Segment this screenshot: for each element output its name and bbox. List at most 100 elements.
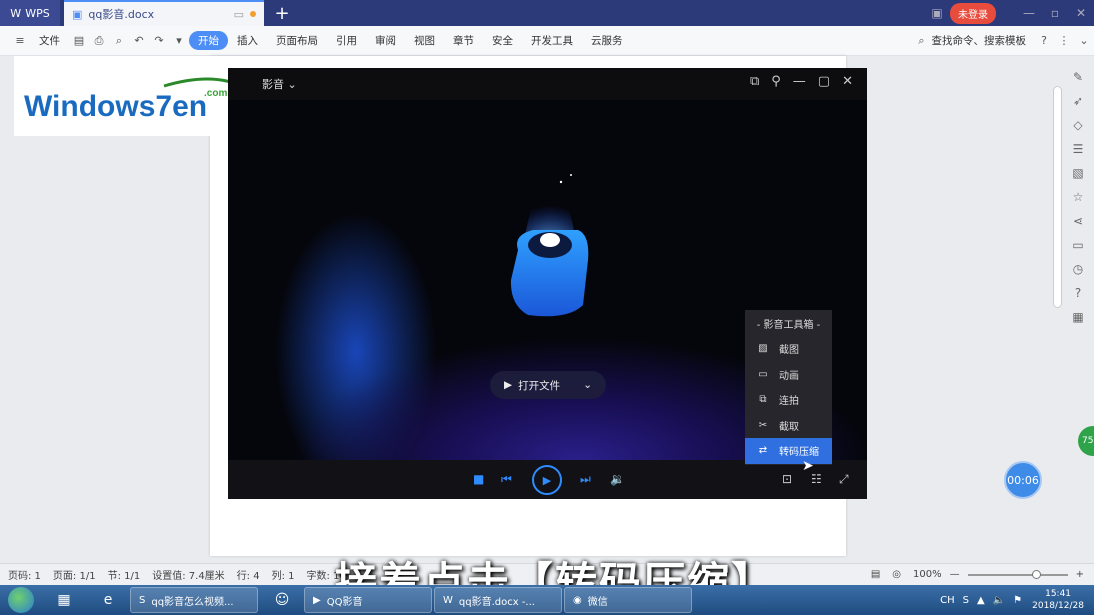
- network-icon[interactable]: ▲: [977, 595, 985, 606]
- tab-layout[interactable]: 页面布局: [267, 33, 327, 48]
- open-file-dropdown-icon[interactable]: ⌄: [583, 379, 592, 391]
- tab-cloud[interactable]: 云服务: [582, 33, 632, 48]
- player-maximize-button[interactable]: ▢: [818, 74, 830, 89]
- settings-icon[interactable]: ☷: [811, 472, 822, 486]
- wps-home-tab[interactable]: W WPS: [0, 0, 60, 26]
- vertical-scrollbar[interactable]: [1053, 86, 1062, 308]
- window-layout-icon[interactable]: ▣: [924, 0, 950, 26]
- select-icon[interactable]: ➶: [1073, 94, 1083, 108]
- flag-icon[interactable]: ⚑: [1013, 595, 1022, 606]
- pin-icon[interactable]: ⚲: [771, 74, 781, 89]
- taskbar-task-wps[interactable]: W qq影音.docx -...: [434, 587, 562, 613]
- input-language[interactable]: CH: [940, 595, 955, 606]
- quick-access-dropdown-icon[interactable]: ▾: [169, 34, 189, 47]
- status-page-code[interactable]: 页码: 1: [8, 567, 41, 582]
- history-icon[interactable]: ◷: [1073, 262, 1083, 276]
- zoom-level[interactable]: 100%: [913, 569, 942, 580]
- pip-icon[interactable]: ⧉: [750, 74, 759, 89]
- toolbox-item-clip[interactable]: ✂ 截取: [745, 413, 832, 439]
- status-setting[interactable]: 设置值: 7.4厘米: [152, 567, 224, 582]
- close-window-button[interactable]: ✕: [1068, 0, 1094, 26]
- save-icon[interactable]: ▤: [69, 34, 89, 47]
- toolbox-item-label: 动画: [779, 370, 799, 382]
- open-file-button[interactable]: ▶ 打开文件 ⌄: [490, 371, 606, 399]
- volume-icon[interactable]: 🔉: [610, 472, 625, 486]
- print-icon[interactable]: ⎙: [89, 34, 109, 48]
- sogou-ime-icon[interactable]: S: [963, 595, 969, 606]
- toolbox-item-gif[interactable]: ▭ 动画: [745, 362, 832, 388]
- monkey-app-icon[interactable]: ☺: [260, 586, 304, 614]
- system-clock[interactable]: 15:41 2018/12/28: [1032, 588, 1094, 612]
- document-tab[interactable]: ▣ qq影音.docx ▭: [64, 0, 264, 26]
- taskbar-task-browser[interactable]: S qq影音怎么视频...: [130, 587, 258, 613]
- zoom-slider[interactable]: [967, 569, 1068, 579]
- tab-security[interactable]: 安全: [483, 33, 522, 48]
- next-icon[interactable]: ⏭: [580, 472, 591, 487]
- status-section[interactable]: 节: 1/1: [108, 567, 141, 582]
- pen-icon[interactable]: ✎: [1073, 70, 1083, 84]
- share-icon[interactable]: ⋖: [1073, 214, 1083, 228]
- scissors-icon: ✂: [758, 419, 768, 431]
- open-file-icon: ▶: [504, 379, 513, 391]
- status-col[interactable]: 列: 1: [272, 567, 295, 582]
- tab-chapter[interactable]: 章节: [444, 33, 483, 48]
- preview-icon[interactable]: ⌕: [109, 34, 129, 48]
- taskbar-task-wechat[interactable]: ◉ 微信: [564, 587, 692, 613]
- new-tab-button[interactable]: +: [264, 0, 300, 26]
- menu-icon[interactable]: ≡: [10, 34, 30, 47]
- redo-icon[interactable]: ↷: [149, 34, 169, 47]
- ribbon-toolbar: ≡ 文件 ▤ ⎙ ⌕ ↶ ↷ ▾ 开始 插入 页面布局 引用 审阅 视图 章节 …: [0, 26, 1094, 56]
- ie-icon[interactable]: e: [86, 586, 130, 614]
- tab-insert[interactable]: 插入: [228, 33, 267, 48]
- speed-badge[interactable]: 75: [1078, 426, 1094, 456]
- minimize-button[interactable]: —: [1016, 0, 1042, 26]
- monitor-icon[interactable]: ▭: [234, 8, 244, 21]
- tab-developer[interactable]: 开发工具: [522, 33, 582, 48]
- task-label: 微信: [587, 596, 608, 608]
- previous-icon[interactable]: ⏮: [501, 472, 512, 487]
- zoom-slider-knob[interactable]: [1031, 569, 1041, 579]
- tab-review[interactable]: 审阅: [366, 33, 405, 48]
- status-pages[interactable]: 页面: 1/1: [53, 567, 96, 582]
- shape-icon[interactable]: ◇: [1073, 118, 1082, 132]
- question-icon[interactable]: ?: [1075, 286, 1081, 300]
- stop-icon[interactable]: ■: [473, 472, 484, 486]
- help-icon[interactable]: ?: [1034, 34, 1054, 47]
- zoom-out-icon[interactable]: —: [950, 569, 960, 580]
- start-button[interactable]: [0, 585, 42, 615]
- player-name-dropdown[interactable]: 影音 ⌄: [262, 76, 297, 92]
- toolbox-item-screenshot[interactable]: ▨ 截图: [745, 336, 832, 362]
- toolbox-icon[interactable]: ⊡: [782, 472, 792, 486]
- star-icon[interactable]: ☆: [1073, 190, 1084, 204]
- tab-reference[interactable]: 引用: [327, 33, 366, 48]
- tab-view[interactable]: 视图: [405, 33, 444, 48]
- maximize-button[interactable]: ▫: [1042, 0, 1068, 26]
- player-minimize-button[interactable]: —: [793, 74, 806, 89]
- player-close-button[interactable]: ✕: [842, 74, 853, 89]
- adjust-icon[interactable]: ☰: [1073, 142, 1084, 156]
- tab-home[interactable]: 开始: [189, 31, 228, 50]
- login-button[interactable]: 未登录: [950, 2, 996, 24]
- status-row[interactable]: 行: 4: [237, 567, 260, 582]
- image-icon[interactable]: ▧: [1072, 166, 1083, 180]
- command-search[interactable]: 查找命令、搜索模板: [932, 33, 1035, 48]
- collapse-ribbon-icon[interactable]: ⌄: [1074, 34, 1094, 47]
- zoom-in-icon[interactable]: +: [1076, 569, 1084, 580]
- recording-timer-badge[interactable]: 00:06: [1004, 461, 1042, 499]
- toolbox-item-burst[interactable]: ⧉ 连拍: [745, 387, 832, 413]
- taskbar-task-qqplayer[interactable]: ▶ QQ影音: [304, 587, 432, 613]
- toolbox-item-label: 截图: [779, 345, 799, 357]
- toolbox-item-transcode[interactable]: ⇄ 转码压缩: [745, 438, 832, 464]
- grid-icon[interactable]: ▦: [1072, 310, 1083, 324]
- box-icon[interactable]: ▭: [1072, 238, 1083, 252]
- view-mode-icon[interactable]: ▤: [871, 569, 880, 580]
- file-menu[interactable]: 文件: [30, 33, 69, 48]
- undo-icon[interactable]: ↶: [129, 34, 149, 47]
- fullscreen-icon[interactable]: ⤢: [839, 472, 849, 487]
- explorer-icon[interactable]: ▦: [42, 586, 86, 614]
- search-icon[interactable]: ⌕: [912, 34, 932, 48]
- volume-tray-icon[interactable]: 🔈: [993, 595, 1005, 606]
- web-view-icon[interactable]: ◎: [892, 569, 901, 580]
- play-button[interactable]: ▶: [532, 465, 562, 495]
- more-icon[interactable]: ⋮: [1054, 34, 1074, 47]
